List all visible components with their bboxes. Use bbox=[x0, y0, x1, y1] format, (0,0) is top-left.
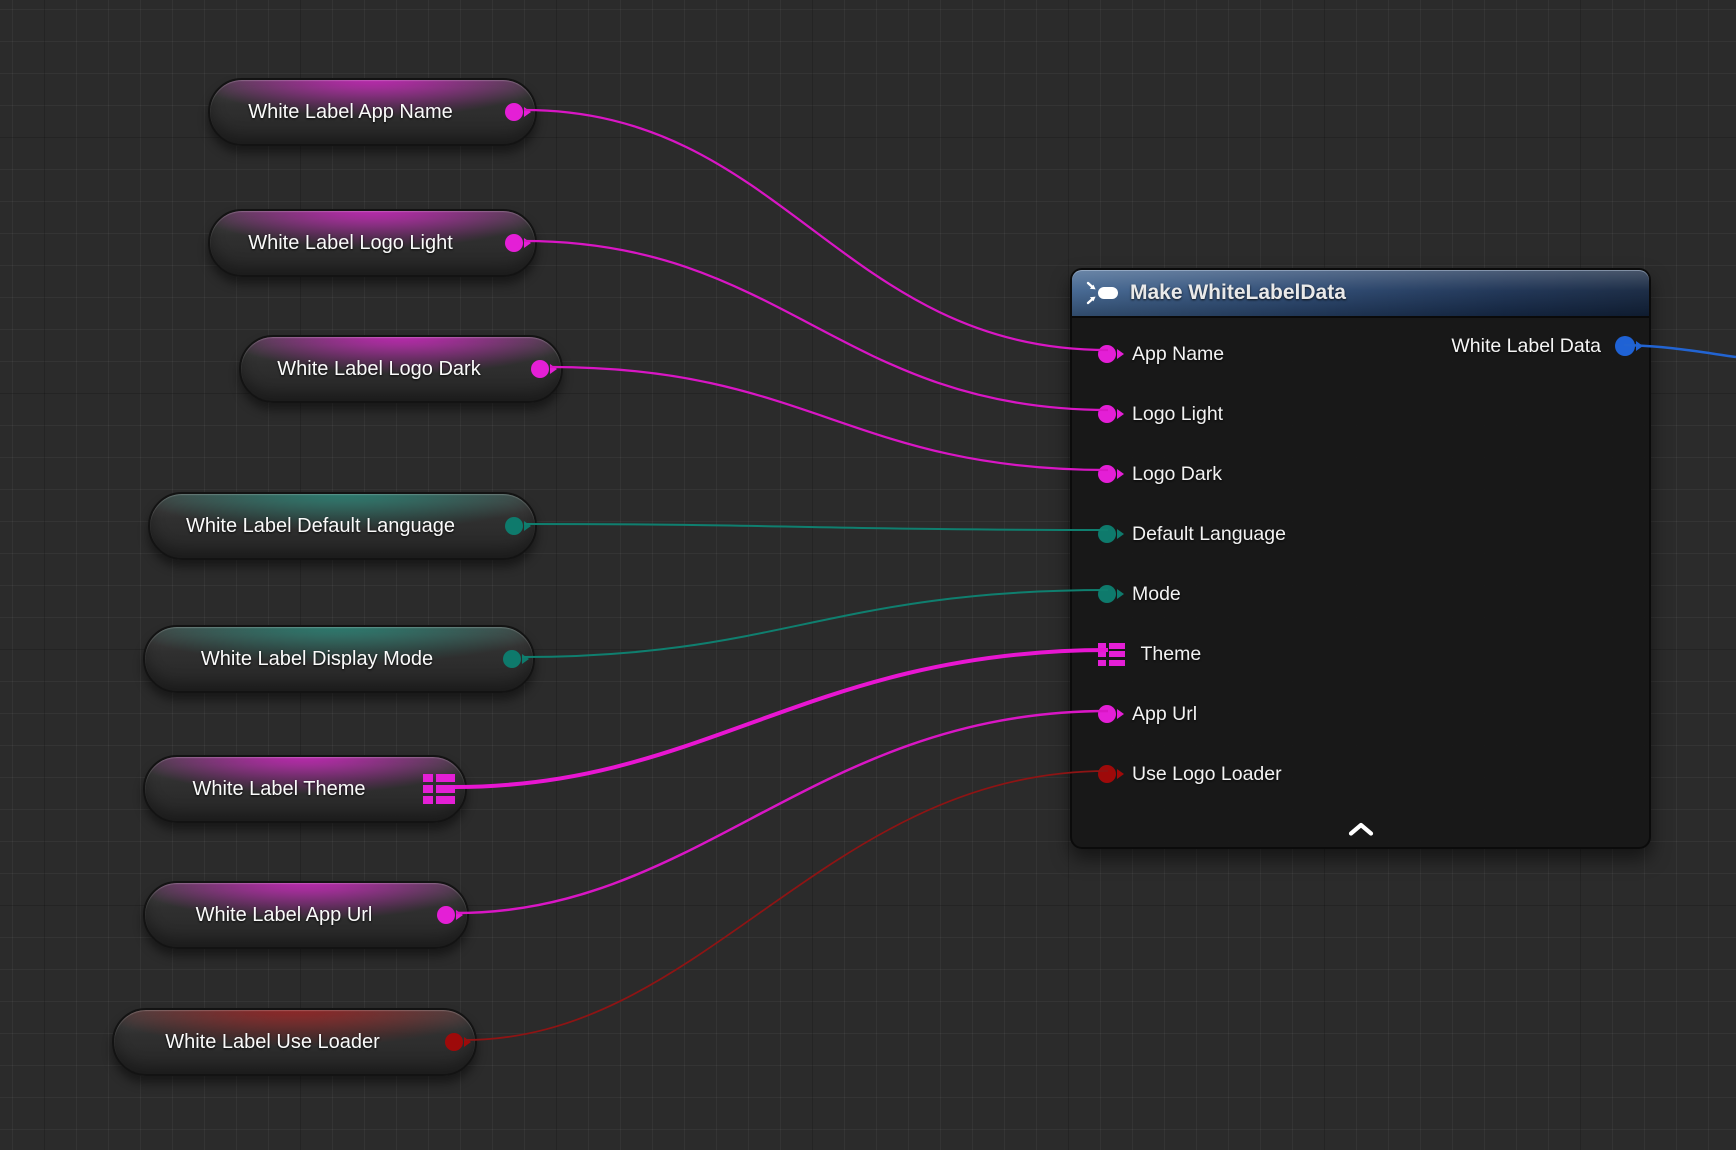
input-row-logo-dark: Logo Dark bbox=[1072, 444, 1649, 504]
make-whitelabeldata-node[interactable]: Make WhiteLabelData White Label Data App… bbox=[1070, 268, 1651, 849]
wire-default-language[interactable] bbox=[524, 524, 1108, 530]
getter-output-pin[interactable] bbox=[437, 906, 455, 924]
getter-output-pin[interactable] bbox=[505, 517, 523, 535]
input-pin-label: Logo Dark bbox=[1132, 463, 1222, 486]
input-row-theme: Theme bbox=[1072, 624, 1649, 684]
getter-node-label: White Label Display Mode bbox=[201, 648, 477, 671]
getter-node-white-label-display-mode[interactable]: White Label Display Mode bbox=[143, 625, 535, 693]
input-pin-label: Logo Light bbox=[1132, 403, 1223, 426]
make-struct-icon bbox=[1086, 280, 1120, 306]
input-pin[interactable] bbox=[1098, 465, 1116, 483]
input-row-app-url: App Url bbox=[1072, 684, 1649, 744]
wire-app-url[interactable] bbox=[456, 711, 1108, 913]
getter-node-label: White Label Logo Light bbox=[248, 232, 497, 255]
getter-node-label: White Label Default Language bbox=[186, 515, 499, 538]
getter-node-label: White Label App Url bbox=[196, 904, 417, 927]
node-title: Make WhiteLabelData bbox=[1130, 281, 1346, 305]
wire-app-name[interactable] bbox=[524, 110, 1108, 350]
getter-output-pin[interactable] bbox=[445, 1033, 463, 1051]
wire-use-loader[interactable] bbox=[464, 771, 1108, 1040]
getter-node-white-label-app-url[interactable]: White Label App Url bbox=[143, 881, 469, 949]
getter-output-pin[interactable] bbox=[503, 650, 521, 668]
input-row-default-language: Default Language bbox=[1072, 504, 1649, 564]
getter-node-white-label-logo-light[interactable]: White Label Logo Light bbox=[208, 209, 537, 277]
wire-logo-light[interactable] bbox=[524, 241, 1108, 410]
input-pin-label: App Name bbox=[1132, 343, 1224, 366]
getter-node-white-label-default-language[interactable]: White Label Default Language bbox=[148, 492, 537, 560]
getter-node-white-label-logo-dark[interactable]: White Label Logo Dark bbox=[239, 335, 563, 403]
getter-node-label: White Label Theme bbox=[192, 778, 417, 801]
output-row-white-label-data: White Label Data bbox=[1451, 326, 1635, 366]
input-pin-label: Use Logo Loader bbox=[1132, 763, 1282, 786]
input-row-use-logo-loader: Use Logo Loader bbox=[1072, 744, 1649, 804]
getter-node-white-label-app-name[interactable]: White Label App Name bbox=[208, 78, 537, 146]
input-pin-label: Default Language bbox=[1132, 523, 1286, 546]
input-pin-label: App Url bbox=[1132, 703, 1197, 726]
struct-pin-icon[interactable] bbox=[1098, 643, 1125, 666]
node-header[interactable]: Make WhiteLabelData bbox=[1072, 270, 1649, 318]
graph-canvas[interactable]: White Label App Name White Label Logo Li… bbox=[0, 0, 1736, 1150]
input-pin[interactable] bbox=[1098, 705, 1116, 723]
input-pin[interactable] bbox=[1098, 345, 1116, 363]
input-pin[interactable] bbox=[1098, 765, 1116, 783]
getter-node-white-label-theme[interactable]: White Label Theme bbox=[143, 755, 467, 823]
input-pin-label: Mode bbox=[1132, 583, 1181, 606]
input-row-mode: Mode bbox=[1072, 564, 1649, 624]
input-row-logo-light: Logo Light bbox=[1072, 384, 1649, 444]
input-pin[interactable] bbox=[1098, 585, 1116, 603]
getter-node-label: White Label Logo Dark bbox=[277, 358, 524, 381]
input-pin[interactable] bbox=[1098, 525, 1116, 543]
getter-node-label: White Label Use Loader bbox=[165, 1031, 424, 1054]
getter-output-pin[interactable] bbox=[531, 360, 549, 378]
input-pin[interactable] bbox=[1098, 405, 1116, 423]
collapse-pins-button[interactable] bbox=[1337, 818, 1385, 841]
struct-pin-icon[interactable] bbox=[423, 774, 455, 804]
chevron-up-icon bbox=[1347, 822, 1375, 837]
getter-output-pin[interactable] bbox=[505, 234, 523, 252]
getter-node-white-label-use-loader[interactable]: White Label Use Loader bbox=[112, 1008, 477, 1076]
wire-logo-dark[interactable] bbox=[550, 367, 1108, 470]
getter-output-pin[interactable] bbox=[505, 103, 523, 121]
wire-display-mode[interactable] bbox=[522, 590, 1108, 657]
output-pin-label: White Label Data bbox=[1451, 335, 1601, 358]
input-pin-label: Theme bbox=[1141, 643, 1202, 666]
getter-node-label: White Label App Name bbox=[248, 101, 497, 124]
